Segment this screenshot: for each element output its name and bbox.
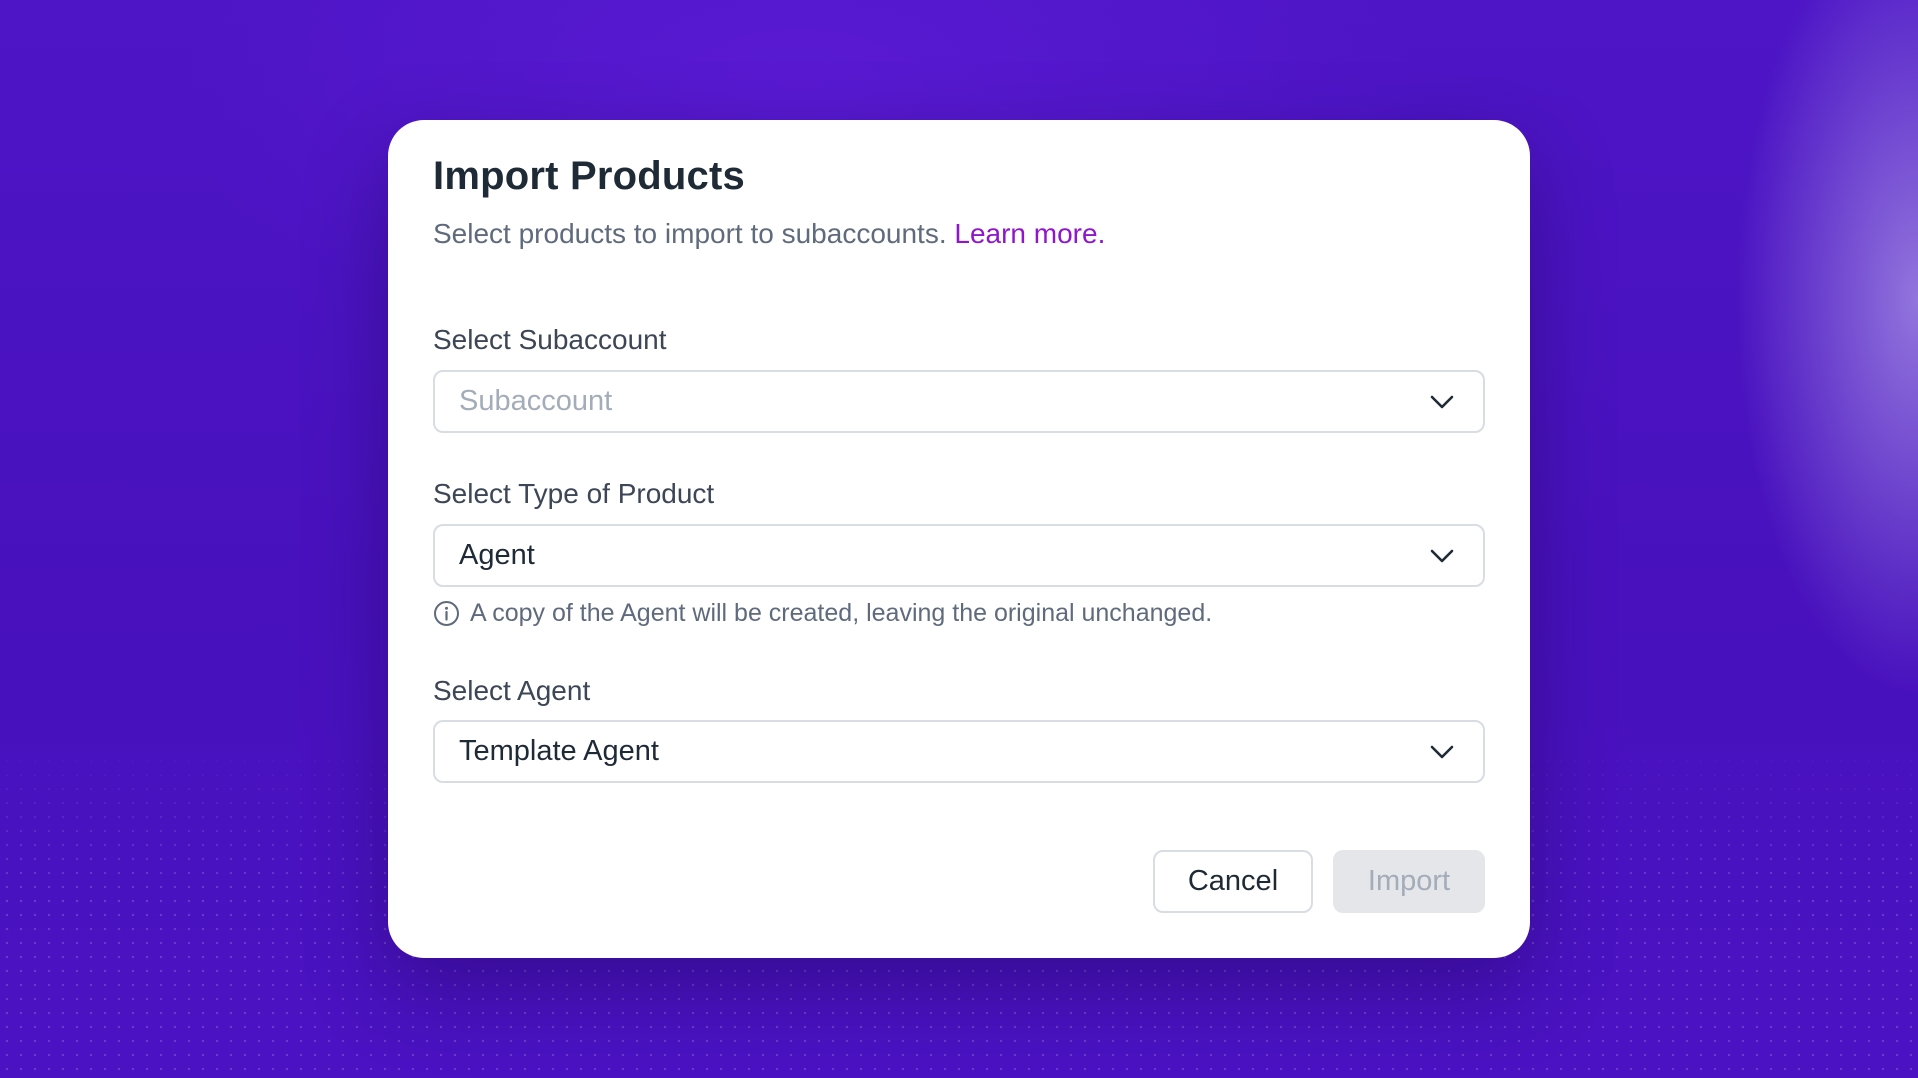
dialog-subtitle-text: Select products to import to subaccounts… (433, 218, 947, 249)
subaccount-select[interactable]: Subaccount (433, 370, 1485, 433)
learn-more-link[interactable]: Learn more. (954, 218, 1105, 249)
dialog-title: Import Products (433, 154, 745, 198)
agent-value: Template Agent (459, 735, 659, 767)
info-icon (434, 600, 459, 626)
product-type-select[interactable]: Agent (433, 524, 1485, 587)
dialog-subtitle: Select products to import to subaccounts… (433, 218, 1105, 250)
product-type-hint: A copy of the Agent will be created, lea… (433, 598, 1212, 628)
import-products-dialog: Import Products Select products to impor… (388, 120, 1530, 958)
product-type-hint-text: A copy of the Agent will be created, lea… (470, 598, 1213, 627)
chevron-down-icon (1430, 549, 1454, 563)
chevron-down-icon (1430, 745, 1454, 759)
subaccount-label: Select Subaccount (433, 324, 667, 355)
subaccount-placeholder: Subaccount (459, 385, 613, 417)
agent-label: Select Agent (433, 675, 591, 706)
agent-select[interactable]: Template Agent (433, 720, 1485, 783)
import-button[interactable]: Import (1333, 850, 1485, 913)
cancel-button[interactable]: Cancel (1153, 850, 1313, 913)
product-type-label: Select Type of Product (433, 478, 715, 509)
chevron-down-icon (1430, 395, 1454, 409)
product-type-value: Agent (459, 539, 535, 571)
